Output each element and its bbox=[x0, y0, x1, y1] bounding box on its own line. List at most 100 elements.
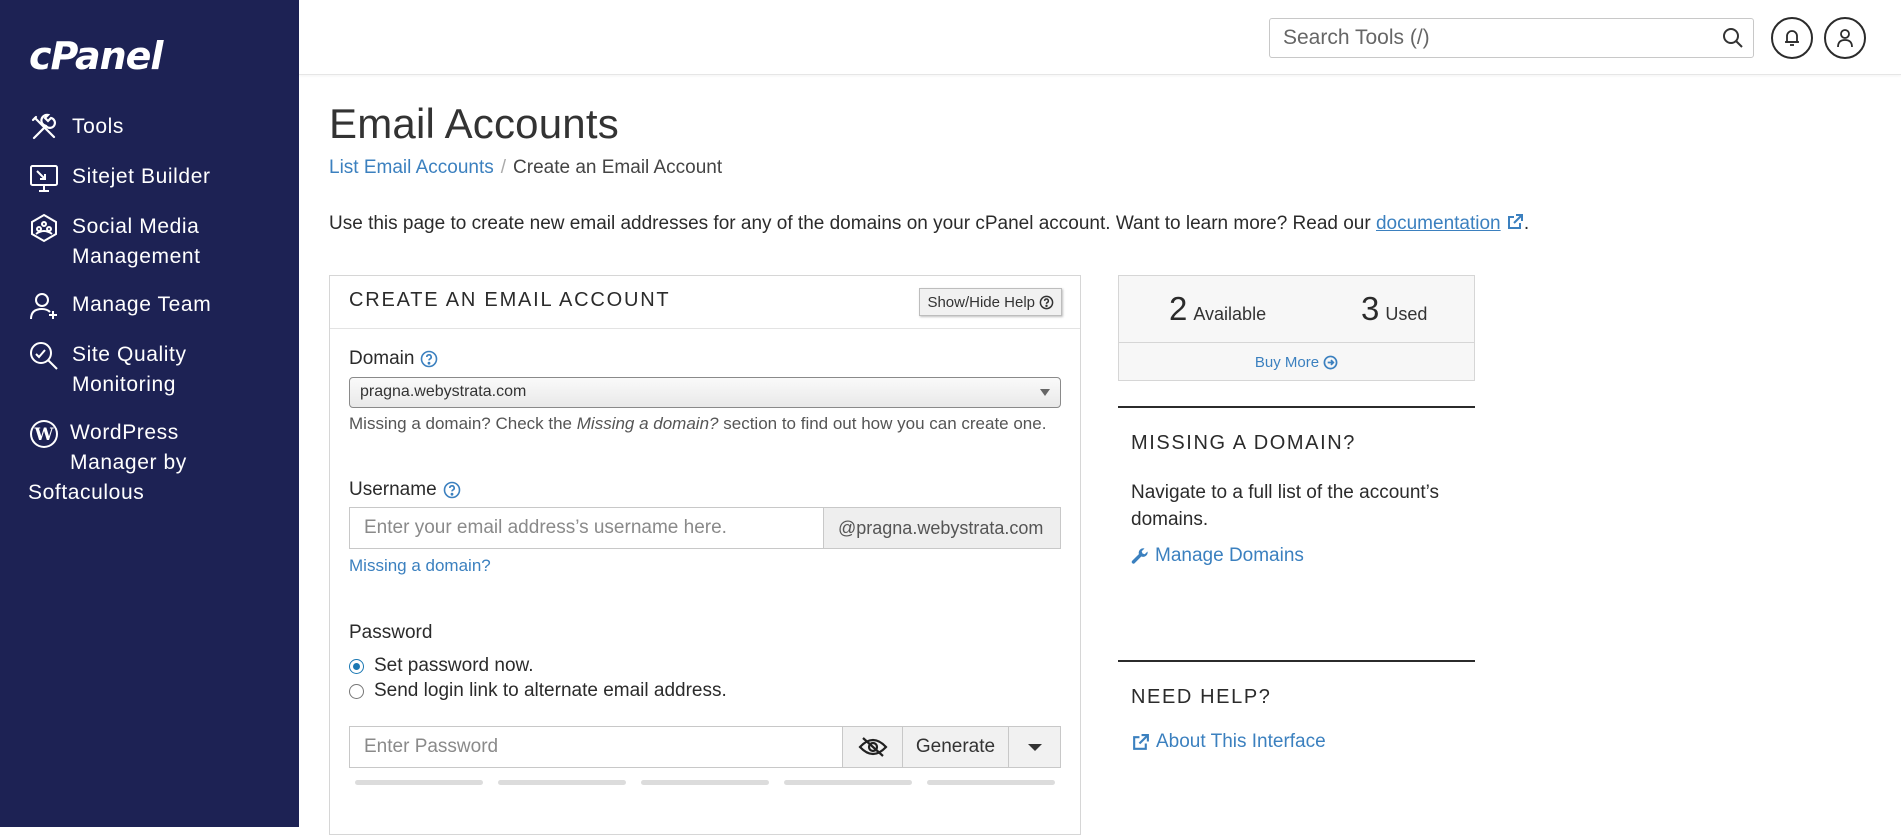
help-icon[interactable] bbox=[443, 481, 461, 499]
help-icon[interactable] bbox=[420, 350, 438, 368]
missing-domain-title: MISSING A DOMAIN? bbox=[1131, 432, 1357, 454]
domain-hint: Missing a domain? Check the Missing a do… bbox=[349, 414, 1046, 434]
radio-button[interactable] bbox=[349, 683, 364, 699]
missing-domain-link[interactable]: Missing a domain? bbox=[349, 556, 491, 576]
panel-title: CREATE AN EMAIL ACCOUNT bbox=[349, 289, 671, 311]
social-media-icon bbox=[31, 213, 57, 243]
sidebar-item-label-line3: Softaculous bbox=[28, 481, 145, 504]
manage-team-icon bbox=[30, 293, 57, 320]
username-label: Username bbox=[349, 479, 437, 500]
buy-more-label: Buy More bbox=[1254, 353, 1320, 371]
sidebar-item-label: WordPress bbox=[70, 421, 179, 444]
breadcrumb-separator: / bbox=[500, 157, 507, 178]
sidebar-nav: Tools Sitejet Builder Social Media Manag… bbox=[28, 112, 288, 526]
strength-segment bbox=[498, 780, 626, 785]
radio-label: Send login link to alternate email addre… bbox=[374, 680, 727, 701]
question-circle-icon bbox=[1039, 295, 1054, 309]
radio-label: Set password now. bbox=[374, 655, 534, 676]
buy-more-link[interactable]: Buy More bbox=[1119, 343, 1474, 381]
username-domain-suffix: @pragna.webystrata.com bbox=[823, 507, 1061, 549]
used-count: 3 bbox=[1361, 290, 1380, 327]
documentation-link[interactable]: documentation bbox=[1376, 213, 1501, 234]
search-box bbox=[1269, 18, 1754, 58]
caret-down-icon bbox=[1027, 743, 1042, 751]
wrench-icon bbox=[1131, 548, 1148, 564]
show-hide-help-button[interactable]: Show/Hide Help bbox=[919, 288, 1062, 316]
cpanel-logo[interactable]: cPanel bbox=[29, 34, 163, 78]
breadcrumb-list-email-accounts[interactable]: List Email Accounts bbox=[329, 157, 494, 178]
password-input-group: Generate bbox=[349, 726, 1061, 768]
domain-hint-em: Missing a domain? bbox=[576, 414, 719, 433]
radio-send-login-link[interactable]: Send login link to alternate email addre… bbox=[349, 680, 727, 702]
sidebar-item-label: Manage Team bbox=[72, 293, 212, 316]
top-bar bbox=[299, 0, 1901, 75]
tools-icon bbox=[31, 113, 56, 140]
manage-domains-link[interactable]: Manage Domains bbox=[1131, 545, 1475, 567]
sidebar-item-social-media[interactable]: Social Media Management bbox=[28, 212, 288, 272]
sitejet-monitor-icon bbox=[30, 165, 58, 192]
arrow-circle-right-icon bbox=[1323, 355, 1338, 369]
radio-set-password-now[interactable]: Set password now. bbox=[349, 655, 533, 677]
need-help-title: NEED HELP? bbox=[1131, 686, 1272, 708]
notifications-button[interactable] bbox=[1771, 17, 1813, 59]
about-interface-link[interactable]: About This Interface bbox=[1131, 731, 1475, 753]
strength-segment bbox=[784, 780, 912, 785]
sidebar-item-label-line2: Monitoring bbox=[72, 373, 177, 396]
generate-password-button[interactable]: Generate bbox=[903, 726, 1009, 768]
password-label: Password bbox=[349, 622, 433, 643]
sidebar-item-label-wrap: Site Quality Monitoring bbox=[72, 340, 187, 400]
search-icon[interactable] bbox=[1722, 27, 1744, 49]
sidebar: cPanel Tools Sitejet Builder Social Medi… bbox=[0, 0, 299, 827]
sidebar-item-label-wrap: Social Media Management bbox=[72, 212, 201, 272]
available-label: Available bbox=[1193, 304, 1267, 324]
stats-row: 2 Available 3 Used bbox=[1119, 276, 1474, 343]
sidebar-item-sitejet-builder[interactable]: Sitejet Builder bbox=[28, 162, 288, 194]
breadcrumb: List Email Accounts / Create an Email Acco… bbox=[329, 157, 722, 179]
domain-hint-post: section to find out how you can create o… bbox=[723, 414, 1047, 433]
password-input[interactable] bbox=[349, 726, 843, 768]
toggle-password-visibility-button[interactable] bbox=[843, 726, 903, 768]
help-button-label: Show/Hide Help bbox=[927, 293, 1035, 311]
bell-icon bbox=[1785, 30, 1799, 46]
search-input[interactable] bbox=[1281, 19, 1701, 57]
username-input[interactable] bbox=[349, 507, 823, 549]
panel-header: CREATE AN EMAIL ACCOUNT Show/Hide Help bbox=[330, 276, 1080, 329]
external-link-icon bbox=[1507, 214, 1523, 229]
user-icon bbox=[1837, 29, 1853, 48]
intro-text: Use this page to create new email addres… bbox=[329, 213, 1529, 235]
eye-slash-icon bbox=[857, 737, 888, 757]
strength-segment bbox=[355, 780, 483, 785]
domain-select[interactable]: pragna.webystrata.com bbox=[349, 377, 1061, 408]
radio-button-checked[interactable] bbox=[349, 658, 364, 674]
domain-hint-pre: Missing a domain? Check the bbox=[349, 414, 573, 433]
missing-domain-section: MISSING A DOMAIN? Navigate to a full lis… bbox=[1118, 406, 1475, 567]
sidebar-item-label-line2: Manager by bbox=[70, 451, 187, 474]
sidebar-item-site-quality[interactable]: Site Quality Monitoring bbox=[28, 340, 288, 400]
sidebar-item-label: Site Quality bbox=[72, 343, 187, 366]
sidebar-item-label-line2: Management bbox=[72, 245, 201, 268]
domain-label-row: Domain bbox=[349, 348, 438, 370]
password-label-row: Password bbox=[349, 622, 432, 644]
chevron-down-icon bbox=[1040, 389, 1050, 396]
sidebar-item-tools[interactable]: Tools bbox=[28, 112, 288, 144]
page-title: Email Accounts bbox=[329, 100, 619, 147]
wordpress-icon: W bbox=[30, 420, 58, 448]
strength-segment bbox=[927, 780, 1055, 785]
generate-options-dropdown[interactable] bbox=[1009, 726, 1061, 768]
about-interface-label: About This Interface bbox=[1156, 731, 1326, 752]
domain-label: Domain bbox=[349, 348, 415, 369]
strength-segment bbox=[641, 780, 769, 785]
sidebar-item-wordpress-manager[interactable]: W WordPress Manager by Softaculous bbox=[28, 418, 288, 508]
available-count: 2 bbox=[1169, 290, 1188, 327]
username-label-row: Username bbox=[349, 479, 461, 501]
user-menu-button[interactable] bbox=[1824, 17, 1866, 59]
username-input-group: @pragna.webystrata.com bbox=[349, 507, 1061, 549]
intro-text-body: Use this page to create new email addres… bbox=[329, 213, 1371, 234]
sidebar-item-manage-team[interactable]: Manage Team bbox=[28, 290, 288, 322]
create-email-panel: CREATE AN EMAIL ACCOUNT Show/Hide Help D… bbox=[329, 275, 1081, 835]
used-stat: 3 Used bbox=[1361, 290, 1427, 328]
sidebar-item-label: Social Media bbox=[72, 215, 200, 238]
used-label: Used bbox=[1385, 304, 1428, 324]
need-help-section: NEED HELP? About This Interface bbox=[1118, 660, 1475, 753]
available-stat: 2 Available bbox=[1169, 290, 1266, 328]
